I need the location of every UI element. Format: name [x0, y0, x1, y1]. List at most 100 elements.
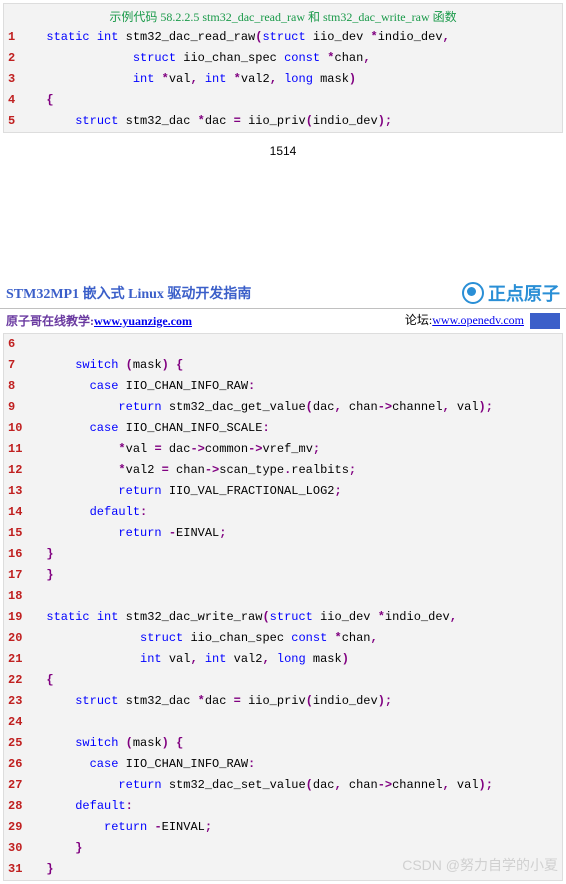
line-number: 3 — [4, 69, 26, 90]
line-number: 20 — [4, 628, 26, 649]
code-content: default: — [26, 502, 562, 523]
page2-title: STM32MP1 嵌入式 Linux 驱动开发指南 — [6, 283, 251, 303]
code-content: int *val, int *val2, long mask) — [26, 69, 562, 90]
code-lines-1: 1 static int stm32_dac_read_raw(struct i… — [4, 27, 562, 132]
code-content: { — [26, 90, 562, 111]
brand-text: 正点原子 — [488, 280, 560, 306]
code-line: 23 struct stm32_dac *dac = iio_priv(indi… — [4, 691, 562, 712]
code-line: 14 default: — [4, 502, 562, 523]
code-content: case IIO_CHAN_INFO_RAW: — [26, 376, 562, 397]
subheader-right: 论坛:www.openedv.com — [405, 311, 560, 329]
line-number: 27 — [4, 775, 26, 796]
code-content: return IIO_VAL_FRACTIONAL_LOG2; — [26, 481, 562, 502]
code-content: *val = dac->common->vref_mv; — [26, 439, 562, 460]
code-line: 8 case IIO_CHAN_INFO_RAW: — [4, 376, 562, 397]
line-number: 10 — [4, 418, 26, 439]
code-line: 12 *val2 = chan->scan_type.realbits; — [4, 460, 562, 481]
code-content: return stm32_dac_get_value(dac, chan->ch… — [26, 397, 562, 418]
code-line: 4 { — [4, 90, 562, 111]
link-openedv[interactable]: www.openedv.com — [432, 313, 524, 327]
code-content: int val, int val2, long mask) — [26, 649, 562, 670]
code-content: } — [26, 565, 562, 586]
line-number: 8 — [4, 376, 26, 397]
code-content: } — [26, 544, 562, 565]
code-line: 21 int val, int val2, long mask) — [4, 649, 562, 670]
line-number: 22 — [4, 670, 26, 691]
line-number: 24 — [4, 712, 26, 733]
code-block-2: 67 switch (mask) {8 case IIO_CHAN_INFO_R… — [3, 333, 563, 881]
code-content: struct stm32_dac *dac = iio_priv(indio_d… — [26, 111, 562, 132]
code-content: switch (mask) { — [26, 733, 562, 754]
page-number: 1514 — [0, 136, 566, 178]
code-content: { — [26, 670, 562, 691]
page-gap — [0, 178, 566, 278]
code-line: 19 static int stm32_dac_write_raw(struct… — [4, 607, 562, 628]
line-number: 26 — [4, 754, 26, 775]
code-line: 3 int *val, int *val2, long mask) — [4, 69, 562, 90]
code-content: struct iio_chan_spec const *chan, — [26, 628, 562, 649]
code-line: 24 — [4, 712, 562, 733]
line-number: 23 — [4, 691, 26, 712]
code-line: 2 struct iio_chan_spec const *chan, — [4, 48, 562, 69]
line-number: 18 — [4, 586, 26, 607]
code-block-1: 示例代码 58.2.2.5 stm32_dac_read_raw 和 stm32… — [3, 3, 563, 133]
brand-logo-icon — [462, 282, 484, 304]
subheader-left: 原子哥在线教学:www.yuanzige.com — [6, 312, 192, 329]
code-content: return -EINVAL; — [26, 523, 562, 544]
line-number: 29 — [4, 817, 26, 838]
code-line: 6 — [4, 334, 562, 355]
line-number: 14 — [4, 502, 26, 523]
sub-left-prefix: 原子哥在线教学: — [6, 314, 94, 328]
code-line: 28 default: — [4, 796, 562, 817]
line-number: 4 — [4, 90, 26, 111]
line-number: 13 — [4, 481, 26, 502]
line-number: 25 — [4, 733, 26, 754]
code-content: static int stm32_dac_read_raw(struct iio… — [26, 27, 562, 48]
code-line: 26 case IIO_CHAN_INFO_RAW: — [4, 754, 562, 775]
code-content: return stm32_dac_set_value(dac, chan->ch… — [26, 775, 562, 796]
code-line: 10 case IIO_CHAN_INFO_SCALE: — [4, 418, 562, 439]
code-line: 11 *val = dac->common->vref_mv; — [4, 439, 562, 460]
line-number: 6 — [4, 334, 26, 355]
code-content: default: — [26, 796, 562, 817]
line-number: 17 — [4, 565, 26, 586]
line-number: 7 — [4, 355, 26, 376]
code-content: case IIO_CHAN_INFO_SCALE: — [26, 418, 562, 439]
line-number: 5 — [4, 111, 26, 132]
code-content: return -EINVAL; — [26, 817, 562, 838]
code-line: 27 return stm32_dac_set_value(dac, chan-… — [4, 775, 562, 796]
page2-subheader: 原子哥在线教学:www.yuanzige.com 论坛:www.openedv.… — [0, 309, 566, 333]
code-content: *val2 = chan->scan_type.realbits; — [26, 460, 562, 481]
line-number: 2 — [4, 48, 26, 69]
code-content: struct iio_chan_spec const *chan, — [26, 48, 562, 69]
code-line: 9 return stm32_dac_get_value(dac, chan->… — [4, 397, 562, 418]
code-content: } — [26, 859, 562, 880]
code-line: 20 struct iio_chan_spec const *chan, — [4, 628, 562, 649]
code-content: switch (mask) { — [26, 355, 562, 376]
line-number: 15 — [4, 523, 26, 544]
code-line: 18 — [4, 586, 562, 607]
line-number: 31 — [4, 859, 26, 880]
blue-marker-icon — [530, 313, 560, 329]
link-yuanzige[interactable]: www.yuanzige.com — [94, 314, 192, 328]
code-line: 16 } — [4, 544, 562, 565]
line-number: 12 — [4, 460, 26, 481]
code-content: struct stm32_dac *dac = iio_priv(indio_d… — [26, 691, 562, 712]
line-number: 19 — [4, 607, 26, 628]
code-line: 22 { — [4, 670, 562, 691]
document: 示例代码 58.2.2.5 stm32_dac_read_raw 和 stm32… — [0, 3, 566, 881]
code-line: 5 struct stm32_dac *dac = iio_priv(indio… — [4, 111, 562, 132]
code-line: 31 } — [4, 859, 562, 880]
code-line: 1 static int stm32_dac_read_raw(struct i… — [4, 27, 562, 48]
line-number: 1 — [4, 27, 26, 48]
sub-right-prefix: 论坛: — [405, 313, 432, 327]
code-lines-2: 67 switch (mask) {8 case IIO_CHAN_INFO_R… — [4, 334, 562, 880]
code-line: 13 return IIO_VAL_FRACTIONAL_LOG2; — [4, 481, 562, 502]
brand: 正点原子 — [462, 280, 560, 306]
code-line: 25 switch (mask) { — [4, 733, 562, 754]
code-content: case IIO_CHAN_INFO_RAW: — [26, 754, 562, 775]
line-number: 21 — [4, 649, 26, 670]
code-title: 示例代码 58.2.2.5 stm32_dac_read_raw 和 stm32… — [4, 4, 562, 27]
line-number: 11 — [4, 439, 26, 460]
line-number: 16 — [4, 544, 26, 565]
